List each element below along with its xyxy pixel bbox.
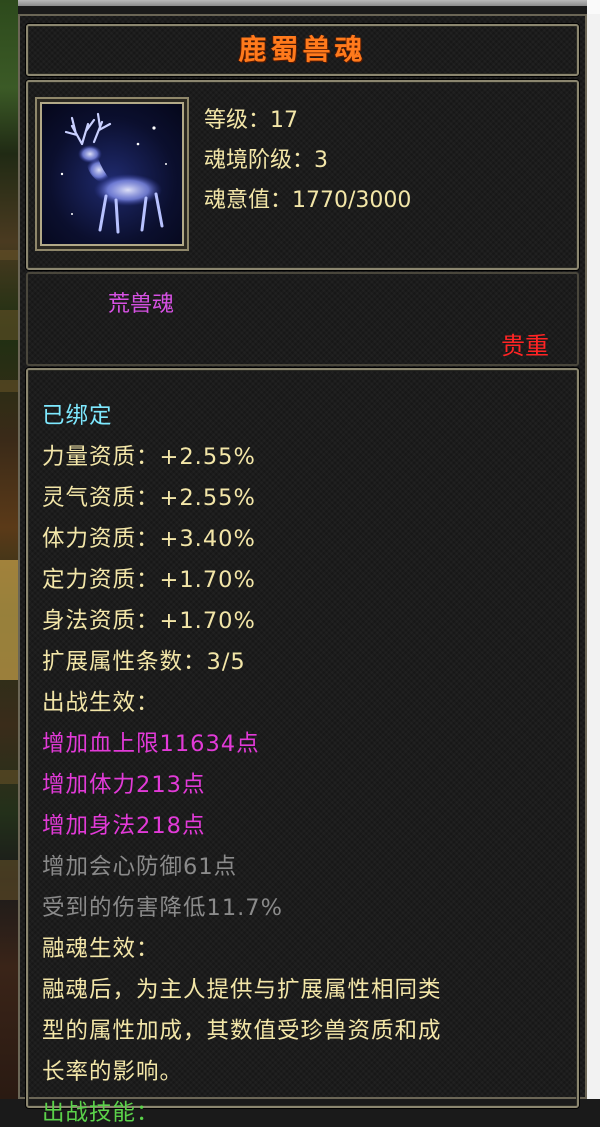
fusion-desc-line-1: 融魂后，为主人提供与扩展属性相同类 [42, 977, 442, 1003]
aptitude-strength: 力量资质：+2.55% [42, 444, 256, 470]
window-top-bar [0, 0, 600, 6]
fusion-desc-line-2: 型的属性加成，其数值受珍兽资质和成 [42, 1018, 442, 1044]
aptitude-focus: 定力资质：+1.70% [42, 567, 256, 593]
level-stat: 等级：17 [204, 108, 298, 133]
title-frame: 鹿蜀兽魂 [26, 24, 579, 76]
battle-effect-stamina: 增加体力213点 [42, 772, 206, 798]
aptitude-spirit: 灵气资质：+2.55% [42, 485, 256, 511]
info-frame: 等级：17 魂境阶级：3 魂意值：1770/3000 [26, 80, 579, 270]
game-background-right [587, 0, 600, 1099]
item-tooltip: 鹿蜀兽魂 等级：17 魂境阶级：3 魂意值：1770/3000 荒兽魂 贵重 已… [18, 14, 587, 1126]
item-rarity: 贵重 [501, 332, 549, 360]
fusion-desc-line-3: 长率的影响。 [42, 1059, 184, 1085]
battle-effect-damage-reduce: 受到的伤害降低11.7% [42, 895, 283, 921]
extension-count: 扩展属性条数：3/5 [42, 649, 246, 675]
details-frame: 已绑定 力量资质：+2.55% 灵气资质：+2.55% 体力资质：+3.40% … [26, 368, 579, 1126]
type-frame: 荒兽魂 贵重 [26, 272, 579, 366]
battle-skill-header: 出战技能： [42, 1100, 160, 1126]
bound-status: 已绑定 [42, 403, 113, 429]
item-type: 荒兽魂 [108, 292, 175, 317]
aptitude-stamina: 体力资质：+3.40% [42, 526, 256, 552]
battle-effect-hp: 增加血上限11634点 [42, 731, 260, 757]
battle-effect-crit-def: 增加会心防御61点 [42, 854, 238, 880]
deer-spirit-icon [40, 102, 184, 246]
aptitude-agility: 身法资质：+1.70% [42, 608, 256, 634]
fusion-effect-header: 融魂生效： [42, 936, 160, 962]
battle-effect-agility: 增加身法218点 [42, 813, 206, 839]
item-name: 鹿蜀兽魂 [238, 33, 367, 66]
soul-value-stat: 魂意值：1770/3000 [204, 188, 412, 213]
realm-stat: 魂境阶级：3 [204, 148, 328, 173]
battle-effect-header: 出战生效： [42, 690, 160, 716]
game-background-left [0, 0, 18, 1099]
